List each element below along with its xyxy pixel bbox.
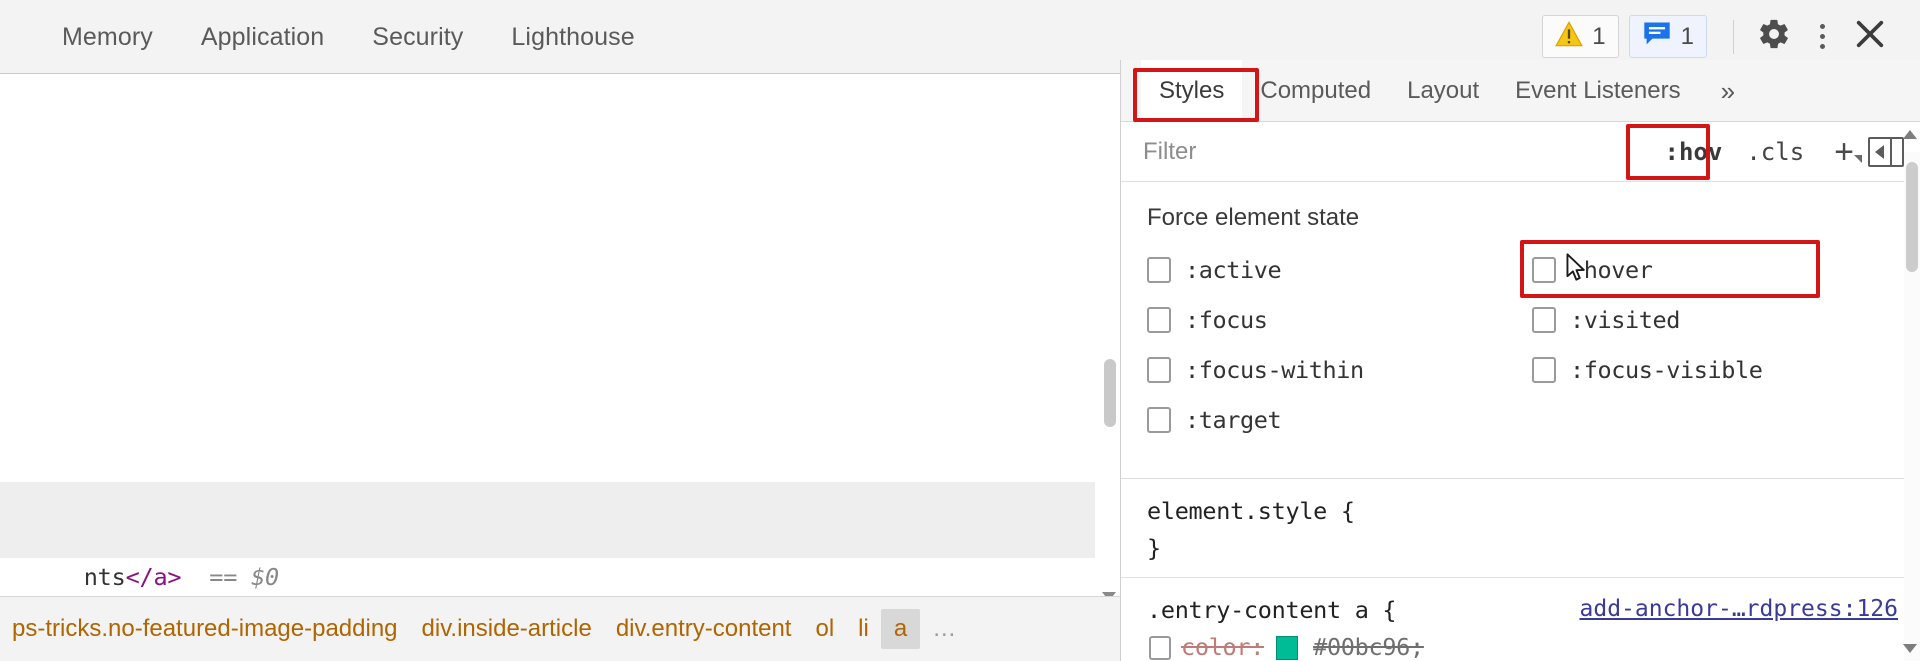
breadcrumb-item-ol[interactable]: ol <box>803 615 846 643</box>
force-element-state-section: Force element state :active :hover:focu… <box>1121 182 1920 448</box>
close-devtools-button[interactable] <box>1846 13 1894 61</box>
highlight-box-hover-checkbox-row <box>1520 240 1820 298</box>
breadcrumb-item-entry-content[interactable]: div.entry-content <box>604 615 804 643</box>
elements-tree-pane: le-of-contents-plus/" target="_blank" re… <box>0 74 1120 661</box>
toggle-sidebar-icon[interactable] <box>1868 136 1904 167</box>
force-state-focus-visible[interactable]: :focus-visible <box>1532 350 1917 390</box>
force-state-focus-within[interactable]: :focus-within <box>1147 350 1532 390</box>
rule-selector[interactable]: element.style { <box>1147 493 1920 530</box>
chevron-down-icon <box>1854 154 1862 163</box>
dom-node-line-attributes[interactable]: le-of-contents-plus/" target="_blank" re… <box>0 482 1095 553</box>
gear-icon <box>1757 17 1791 56</box>
force-state-label: :active <box>1185 256 1282 284</box>
checkbox-active[interactable] <box>1147 257 1171 283</box>
dom-close-tag: </a> <box>125 563 182 591</box>
checkbox-focus-visible[interactable] <box>1532 357 1556 383</box>
dom-text-node: nts <box>83 563 126 591</box>
dom-node-line-close[interactable]: nts</a> == $0 <box>0 520 1095 591</box>
tab-security[interactable]: Security <box>348 0 487 74</box>
force-state-focus[interactable]: :focus <box>1147 300 1532 340</box>
toolbar-divider <box>1733 19 1734 54</box>
tab-layout[interactable]: Layout <box>1389 60 1497 122</box>
force-state-label: :focus-visible <box>1570 356 1763 384</box>
force-element-state-grid: :active :hover :focus:visited:focus-wi… <box>1147 240 1920 440</box>
styles-scroll-down-arrow[interactable] <box>1903 644 1917 653</box>
force-state-label: :target <box>1185 406 1282 434</box>
breadcrumb-overflow[interactable]: … <box>920 615 971 643</box>
tab-computed[interactable]: Computed <box>1242 60 1389 122</box>
declaration-row-color-disabled[interactable]: color: #00bc96; <box>1147 629 1920 661</box>
declaration-property[interactable]: color: <box>1181 629 1264 661</box>
warning-triangle-icon <box>1555 21 1584 52</box>
force-state-label: :focus-within <box>1185 356 1364 384</box>
more-options-button[interactable] <box>1798 13 1846 61</box>
breadcrumb-item-body[interactable]: ps-tricks.no-featured-image-padding <box>0 615 410 643</box>
checkbox-visited[interactable] <box>1532 307 1556 333</box>
tab-application[interactable]: Application <box>177 0 348 74</box>
breadcrumb-item-a[interactable]: a <box>880 609 921 649</box>
declaration-value[interactable]: #00bc96; <box>1313 629 1424 661</box>
checkbox-declaration-color-disabled[interactable] <box>1149 635 1171 660</box>
message-bubble-icon <box>1642 21 1672 52</box>
message-counter-button[interactable]: 1 <box>1628 15 1707 58</box>
force-state-visited[interactable]: :visited <box>1532 300 1917 340</box>
breadcrumb-item-inside-article[interactable]: div.inside-article <box>410 615 604 643</box>
css-rules-list: element.style { } .entry-content a { add… <box>1121 478 1920 661</box>
checkbox-hover[interactable] <box>1532 257 1556 283</box>
styles-sidebar-tabbar: Styles Computed Layout Event Listeners » <box>1121 59 1920 122</box>
search-input[interactable] <box>1121 137 1653 166</box>
kebab-menu-icon <box>1819 24 1825 49</box>
tab-lighthouse[interactable]: Lighthouse <box>487 0 658 74</box>
force-state-label: :focus <box>1185 306 1268 334</box>
styles-scroll-up-arrow[interactable] <box>1903 130 1917 139</box>
class-toggle-button[interactable]: .cls <box>1734 138 1816 166</box>
tab-memory[interactable]: Memory <box>38 0 177 74</box>
plus-icon: + <box>1834 132 1854 171</box>
styles-scrollbar[interactable] <box>1903 130 1920 661</box>
force-state-active[interactable]: :active <box>1147 250 1532 290</box>
tab-styles[interactable]: Styles <box>1141 59 1243 122</box>
warning-counter-button[interactable]: 1 <box>1542 15 1619 58</box>
rule-close-brace: } <box>1147 534 1161 562</box>
force-state-toggle-button[interactable]: :hov <box>1653 138 1735 166</box>
breadcrumb-item-li[interactable]: li <box>846 615 881 643</box>
close-x-icon <box>1853 17 1887 56</box>
force-state-target[interactable]: :target <box>1147 400 1532 440</box>
styles-filter-row: :hov .cls + <box>1121 122 1920 182</box>
checkbox-focus-within[interactable] <box>1147 357 1171 383</box>
elements-scrollbar-thumb[interactable] <box>1104 359 1116 427</box>
force-state-label: :visited <box>1570 306 1680 334</box>
checkbox-target[interactable] <box>1147 407 1171 433</box>
rule-entry-content-a[interactable]: .entry-content a { add-anchor-…rdpress:1… <box>1121 577 1920 661</box>
dom-selection-marker: == $0 <box>209 563 280 591</box>
color-swatch[interactable] <box>1276 635 1299 660</box>
message-count: 1 <box>1680 22 1694 50</box>
styles-sidebar-pane: Styles Computed Layout Event Listeners »… <box>1120 59 1920 661</box>
chevron-double-right-icon[interactable]: » <box>1699 60 1753 122</box>
force-element-state-title: Force element state <box>1147 204 1360 231</box>
dom-breadcrumb: ps-tricks.no-featured-image-padding div.… <box>0 596 1120 661</box>
warning-count: 1 <box>1592 22 1606 50</box>
rule-source-link[interactable]: add-anchor-…rdpress:126 <box>1580 596 1899 622</box>
force-state-hover[interactable]: :hover <box>1520 240 1917 298</box>
settings-button[interactable] <box>1750 13 1798 61</box>
devtools-window: Memory Application Security Lighthouse 1 <box>0 0 1920 661</box>
toolbar-actions: 1 1 <box>1542 13 1920 61</box>
styles-scrollbar-thumb[interactable] <box>1906 162 1918 272</box>
new-style-rule-button[interactable]: + <box>1816 135 1868 169</box>
checkbox-focus[interactable] <box>1147 307 1171 333</box>
tab-event-listeners[interactable]: Event Listeners <box>1497 60 1698 122</box>
rule-element-style[interactable]: element.style { } <box>1121 479 1920 577</box>
devtools-panel-tabs: Memory Application Security Lighthouse <box>0 0 659 73</box>
